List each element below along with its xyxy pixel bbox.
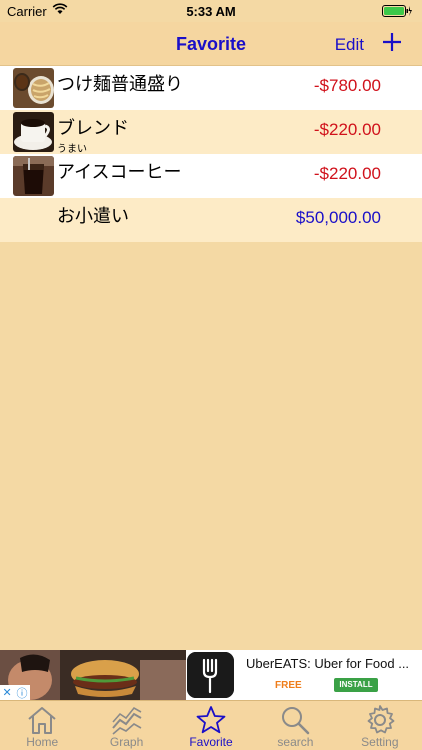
- ad-banner[interactable]: ✕ ⓘ UberEATS: Uber for Food ... FREE INS…: [0, 650, 422, 700]
- gear-icon: [367, 705, 395, 734]
- list-item[interactable]: お小遣い $50,000.00: [0, 198, 422, 242]
- status-bar: Carrier 5:33 AM: [0, 0, 422, 22]
- iced-coffee-thumbnail: [13, 156, 54, 196]
- item-name: つけ麺普通盛り: [57, 74, 183, 95]
- ad-choices-icon[interactable]: ⓘ: [17, 685, 28, 701]
- star-icon: [196, 706, 226, 734]
- tab-home[interactable]: Home: [0, 701, 84, 750]
- tab-graph[interactable]: Graph: [84, 701, 168, 750]
- clock: 5:33 AM: [186, 4, 236, 19]
- tab-label: Setting: [361, 735, 399, 749]
- list-item[interactable]: アイスコーヒー -$220.00: [0, 154, 422, 198]
- item-amount: $50,000.00: [295, 208, 381, 227]
- tab-label: Home: [26, 735, 59, 749]
- navigation-bar: Favorite Edit: [0, 22, 422, 66]
- tab-search[interactable]: search: [253, 701, 337, 750]
- item-amount: -$220.00: [313, 120, 381, 139]
- home-icon: [28, 707, 56, 734]
- item-name: お小遣い: [57, 206, 129, 227]
- tab-setting[interactable]: Setting: [338, 701, 422, 750]
- item-name: ブレンド: [57, 118, 129, 139]
- item-memo: うまい: [57, 144, 87, 155]
- search-icon: [282, 707, 310, 735]
- item-name: アイスコーヒー: [57, 162, 182, 183]
- item-amount: -$220.00: [313, 164, 381, 183]
- install-button[interactable]: INSTALL: [334, 678, 378, 692]
- item-amount: -$780.00: [313, 76, 381, 95]
- tab-bar: Home Graph Favorite search Setting: [0, 700, 422, 750]
- tab-favorite[interactable]: Favorite: [169, 701, 253, 750]
- plus-icon[interactable]: [380, 30, 404, 54]
- coffee-thumbnail: [13, 112, 54, 152]
- tab-label: Favorite: [189, 735, 233, 749]
- list-item[interactable]: つけ麺普通盛り -$780.00: [0, 66, 422, 110]
- tab-label: search: [277, 735, 314, 749]
- edit-button[interactable]: Edit: [335, 35, 364, 55]
- ad-price: FREE: [275, 680, 302, 691]
- noodle-thumbnail: [13, 68, 54, 108]
- ad-close-icon[interactable]: ✕: [2, 686, 11, 699]
- ad-info-icon[interactable]: ✕ ⓘ: [0, 685, 30, 700]
- graph-icon: [111, 706, 142, 735]
- fork-icon[interactable]: [187, 652, 234, 698]
- tab-label: Graph: [109, 735, 144, 749]
- list-item[interactable]: ブレンド うまい -$220.00: [0, 110, 422, 155]
- battery-icon: [382, 5, 412, 17]
- ad-title[interactable]: UberEATS: Uber for Food ...: [246, 656, 409, 671]
- favorites-list: つけ麺普通盛り -$780.00 ブレンド うまい -$220.00 アイスコー…: [0, 66, 422, 242]
